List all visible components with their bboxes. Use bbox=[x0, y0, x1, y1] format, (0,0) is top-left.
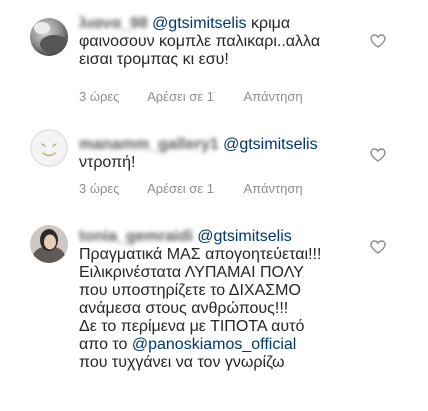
comment-time: 3 ώρες bbox=[79, 89, 120, 104]
comment-text-line: Δε το περίμενα με ΤΙΠΟΤΑ αυτό bbox=[79, 318, 305, 335]
comment-mention[interactable]: @gtsimitselis bbox=[152, 15, 246, 32]
scroll-fade-overlay bbox=[0, 378, 428, 411]
comment-likes-link[interactable]: Αρέσει σε 1 bbox=[147, 181, 214, 196]
avatar[interactable] bbox=[30, 18, 68, 56]
comment-meta: 3 ώρες Αρέσει σε 1 Απάντηση bbox=[79, 89, 303, 104]
comment-text-line: ανάμεσα στους ανθρώπους!!! bbox=[79, 300, 289, 317]
comment-text-line: ντροπή! bbox=[79, 154, 136, 171]
comment-text: λιανα_98 @gtsimitselis κριμα φαινοσουν κ… bbox=[79, 15, 359, 69]
comment-text-line: που τυχγάνει να τον γνωρίζω bbox=[79, 354, 285, 371]
comment-text-line: εισαι τρομπας κι εσυ! bbox=[79, 51, 229, 68]
comment-text-line: κριμα bbox=[251, 15, 291, 32]
comment-text: manamm_gallery1 @gtsimitselis ντροπή! bbox=[79, 136, 359, 172]
comment-username[interactable]: tonia_gemraidi bbox=[79, 228, 193, 245]
reply-button[interactable]: Απάντηση bbox=[244, 181, 303, 196]
heart-outline-icon[interactable] bbox=[370, 34, 386, 48]
comment-text-line: απο το bbox=[79, 336, 128, 353]
comment-time: 3 ώρες bbox=[79, 181, 120, 196]
comment-text-line: φαινοσουν κομπλε παλικαρι..αλλα bbox=[79, 33, 321, 50]
avatar-grey-photo-icon bbox=[30, 18, 68, 56]
comment-username[interactable]: manamm_gallery1 bbox=[79, 136, 219, 153]
avatar[interactable] bbox=[30, 225, 68, 263]
comment-username[interactable]: λιανα_98 bbox=[79, 15, 148, 32]
comment-likes-link[interactable]: Αρέσει σε 1 bbox=[147, 89, 214, 104]
avatar-woman-photo-icon bbox=[30, 225, 68, 263]
avatar-face-illustration-icon bbox=[30, 129, 68, 167]
comment-text-line: Ειλικρινέστατα ΛΥΠΑΜΑΙ ΠΟΛΥ bbox=[79, 264, 304, 281]
comment-text: tonia_gemraidi @gtsimitselis Πραγματικά … bbox=[79, 228, 359, 372]
heart-outline-icon[interactable] bbox=[370, 148, 386, 162]
avatar[interactable] bbox=[30, 129, 68, 167]
comment-mention[interactable]: @gtsimitselis bbox=[223, 136, 317, 153]
reply-button[interactable]: Απάντηση bbox=[244, 89, 303, 104]
comment-text-line: που υποστηρίζετε το ΔΙΧΑΣΜΟ bbox=[79, 282, 301, 299]
heart-outline-icon[interactable] bbox=[370, 240, 386, 254]
comment-text-line: Πραγματικά ΜΑΣ απογοητεύεται!!! bbox=[79, 246, 322, 263]
comment-meta: 3 ώρες Αρέσει σε 1 Απάντηση bbox=[79, 181, 303, 196]
comment-mention[interactable]: @panoskiamos_official bbox=[132, 336, 296, 353]
comment-mention[interactable]: @gtsimitselis bbox=[197, 228, 291, 245]
